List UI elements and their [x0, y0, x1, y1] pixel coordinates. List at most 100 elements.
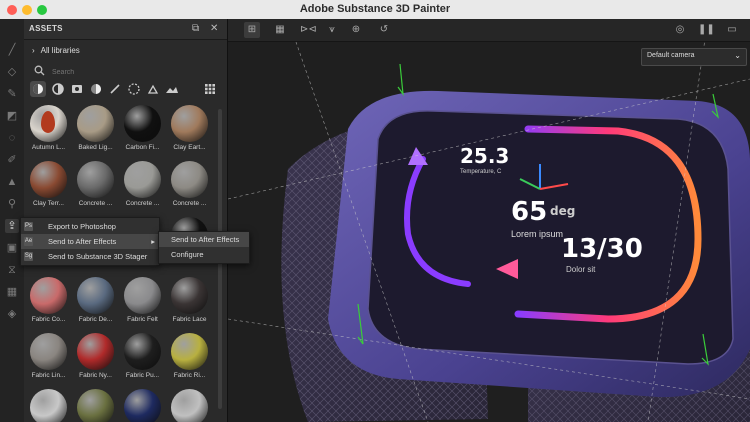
menu-item-label: Send to After Effects [48, 237, 117, 246]
asset-tile-label: Clay Eart... [173, 144, 206, 151]
asset-tile[interactable]: Baked Lig... [73, 103, 118, 159]
material-preview [30, 333, 67, 370]
title-bar: Adobe Substance 3D Painter [0, 0, 750, 20]
asset-tile[interactable]: Clay Eart... [167, 103, 212, 159]
after-effects-icon: Ae [24, 237, 33, 246]
asset-tile[interactable]: Fabric Ny... [73, 331, 118, 387]
layers-icon[interactable]: ▣ [5, 241, 19, 255]
search-input[interactable] [50, 65, 214, 79]
textures-filter-icon[interactable] [69, 81, 85, 97]
watch-render [228, 19, 750, 422]
asset-tile-label: Fabric Lin... [31, 372, 66, 379]
grid-toggle-icon[interactable]: ⊞ [244, 22, 260, 38]
library-selector[interactable]: › All libraries [32, 46, 80, 55]
color-picker-icon[interactable]: ▲ [5, 175, 19, 189]
asset-tile-label: Clay Terr... [33, 200, 64, 207]
asset-tile[interactable]: Fabric Co... [26, 275, 71, 331]
asset-tile[interactable]: Fabric Lin... [26, 331, 71, 387]
asset-tile[interactable]: Fabric Ri... [167, 331, 212, 387]
material-preview [77, 333, 114, 370]
grid-view-icon[interactable] [202, 81, 218, 97]
material-preview [171, 333, 208, 370]
smart-materials-filter-icon[interactable] [50, 81, 66, 97]
menu-item-send-stager[interactable]: Sg Send to Substance 3D Stager [21, 249, 159, 264]
history-icon[interactable]: ↺ [376, 22, 392, 38]
asset-tile[interactable]: Fabric Pu... [120, 331, 165, 387]
masks-filter-icon[interactable] [88, 81, 104, 97]
hourglass-icon[interactable]: ⧖ [5, 263, 19, 277]
camera-select[interactable]: Default camera ⌄ [641, 48, 747, 66]
paint-brush-icon[interactable]: ╱ [5, 43, 19, 57]
chevron-down-icon: ⌄ [734, 51, 741, 60]
watch-temperature: 25.3 [460, 144, 510, 168]
symmetry-y-icon[interactable]: ⩛ [324, 22, 340, 38]
asset-tile[interactable]: Carbon Fi... [120, 103, 165, 159]
window-title: Adobe Substance 3D Painter [299, 3, 451, 15]
popout-icon[interactable]: ⧉ [192, 23, 199, 34]
menu-item-send-after-effects[interactable]: Ae Send to After Effects ▸ [21, 234, 159, 249]
asset-tile[interactable]: Concrete ... [120, 159, 165, 215]
asset-tile-label: Fabric Felt [127, 316, 158, 323]
bake-icon[interactable]: ▦ [5, 285, 19, 299]
brushes-filter-icon[interactable] [107, 81, 123, 97]
submenu-item-send-after-effects[interactable]: Send to After Effects [159, 232, 249, 247]
asset-tile[interactable]: Fabric De... [73, 275, 118, 331]
viewport-toolbar: ⊞ ▦ ⊳⊲ ⩛ ⊕ ↺ ◎ ❚❚ ▭ [228, 19, 750, 42]
environment-filter-icon[interactable] [164, 81, 180, 97]
eraser-icon[interactable]: ◇ [5, 65, 19, 79]
chevron-right-icon: ▸ [151, 237, 155, 246]
menu-item-label: Export to Photoshop [48, 222, 116, 231]
asset-tile[interactable]: Fabric Felt [120, 275, 165, 331]
3d-viewport[interactable]: 25.3 Temperature, C 65 deg Lorem ipsum 1… [228, 19, 750, 422]
submenu-item-configure[interactable]: Configure [159, 247, 249, 262]
cube-icon[interactable]: ◈ [5, 307, 19, 321]
material-preview [77, 277, 114, 314]
tools-filter-icon[interactable] [145, 81, 161, 97]
symmetry-x-icon[interactable]: ⊳⊲ [300, 22, 317, 38]
asset-tile[interactable]: Concrete ... [167, 159, 212, 215]
asset-tile[interactable]: Fabric Sp... [73, 387, 118, 422]
particles-filter-icon[interactable] [126, 81, 142, 97]
smudge-icon[interactable]: ◌ [5, 131, 19, 145]
menu-item-export-photoshop[interactable]: Ps Export to Photoshop [21, 219, 159, 234]
geometry-mask-icon[interactable]: ⚲ [5, 197, 19, 211]
asset-tile[interactable]: Fabric Tar... [120, 387, 165, 422]
close-icon[interactable]: ✕ [210, 23, 218, 34]
menu-item-label: Configure [171, 250, 204, 259]
camera-select-value: Default camera [647, 52, 695, 59]
add-icon[interactable]: ⊕ [348, 22, 364, 38]
search-icon [34, 65, 45, 76]
asset-tile[interactable]: Autumn L... [26, 103, 71, 159]
projection-icon[interactable]: ✎ [5, 87, 19, 101]
share-icon[interactable]: ⇪ [5, 219, 19, 233]
material-preview [124, 105, 161, 142]
material-preview [77, 389, 114, 422]
asset-tile[interactable]: Clay Terr... [26, 159, 71, 215]
leaf-icon [41, 111, 55, 133]
material-preview [171, 277, 208, 314]
materials-filter-icon[interactable] [30, 81, 46, 97]
visibility-icon[interactable]: ◎ [672, 22, 688, 38]
asset-tile-label: Concrete ... [125, 200, 160, 207]
grid-options-icon[interactable]: ▦ [272, 22, 288, 38]
asset-tile[interactable]: Fabric To... [167, 387, 212, 422]
material-preview [124, 333, 161, 370]
asset-tile-label: Fabric Lace [172, 316, 207, 323]
asset-tile-label: Fabric De... [78, 316, 113, 323]
asset-tile-label: Autumn L... [31, 144, 66, 151]
material-preview [30, 161, 67, 198]
pause-icon[interactable]: ❚❚ [698, 22, 715, 38]
polygon-fill-icon[interactable]: ◩ [5, 109, 19, 123]
asset-tile[interactable]: Fabric Se... [26, 387, 71, 422]
watch-main-subtitle: Lorem ipsum [511, 229, 564, 239]
material-preview [171, 105, 208, 142]
assets-panel-title: ASSETS [29, 24, 63, 33]
asset-tile-label: Fabric Co... [31, 316, 66, 323]
material-preview [30, 389, 67, 422]
clone-icon[interactable]: ✐ [5, 153, 19, 167]
asset-tile[interactable]: Fabric Lace [167, 275, 212, 331]
display-settings-icon[interactable]: ▭ [724, 22, 740, 38]
menu-item-label: Send to After Effects [171, 235, 240, 244]
asset-tile[interactable]: Concrete ... [73, 159, 118, 215]
search-bar [30, 64, 220, 79]
